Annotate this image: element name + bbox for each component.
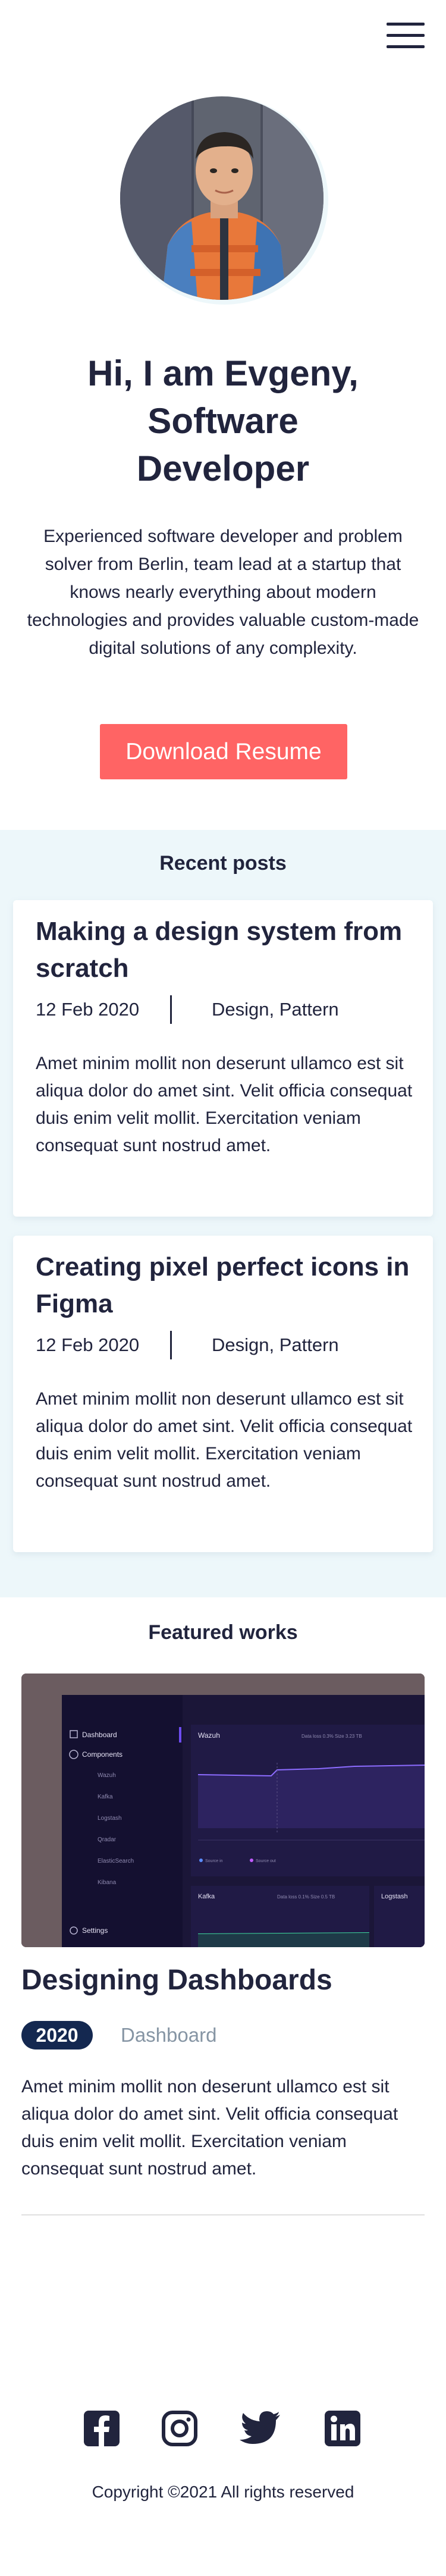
- thumb-legend: Source out: [256, 1859, 276, 1863]
- avatar: [120, 96, 323, 300]
- thumb-nav-item: Kibana: [98, 1879, 117, 1886]
- copyright-text: Copyright ©2021 All rights reserved: [92, 2483, 354, 2501]
- thumb-panel-stats: Data loss 0.1% Size 0.5 TB: [277, 1894, 335, 1900]
- work-title[interactable]: Designing Dashboards: [21, 1961, 332, 2000]
- thumb-nav-item: Logstash: [98, 1815, 122, 1822]
- hero-title-line: Software: [147, 401, 299, 441]
- post-meta: 12 Feb 2020 Design, Pattern: [36, 995, 416, 1024]
- hero-title: Hi, I am Evgeny, Software Developer: [0, 350, 446, 493]
- meta-divider: [170, 995, 172, 1024]
- hero-section: Hi, I am Evgeny, Software Developer Expe…: [0, 71, 446, 830]
- thumb-nav-item: Settings: [82, 1926, 108, 1935]
- post-date: 12 Feb 2020: [36, 999, 140, 1020]
- post-title[interactable]: Creating pixel perfect icons in Figma: [36, 1249, 416, 1323]
- thumb-panel-title: Logstash: [381, 1893, 408, 1900]
- thumb-panel-title: Wazuh: [198, 1731, 220, 1740]
- year-badge: 2020: [21, 2021, 93, 2049]
- instagram-icon[interactable]: [161, 2409, 199, 2447]
- post-card[interactable]: Making a design system from scratch 12 F…: [13, 900, 433, 1217]
- post-excerpt: Amet minim mollit non deserunt ullamco e…: [36, 1389, 413, 1491]
- meta-divider: [170, 1331, 172, 1359]
- thumb-legend: Source in: [205, 1859, 223, 1863]
- hero-title-line: Developer: [136, 449, 310, 488]
- post-tags: Design, Pattern: [212, 1334, 339, 1355]
- thumb-nav-item: Wazuh: [98, 1772, 116, 1779]
- post-card[interactable]: Creating pixel perfect icons in Figma 12…: [13, 1236, 433, 1552]
- thumb-panel-stats: Data loss 0.3% Size 3.23 TB: [301, 1734, 362, 1739]
- work-thumbnail[interactable]: Dashboard Components Wazuh Kafka Logstas…: [21, 1674, 425, 1947]
- site-header: [0, 0, 446, 71]
- avatar-photo: [120, 96, 323, 300]
- work-category: Dashboard: [121, 2024, 217, 2046]
- post-date: 12 Feb 2020: [36, 1334, 140, 1355]
- post-tags: Design, Pattern: [212, 999, 339, 1020]
- hero-title-line: Hi, I am Evgeny,: [87, 353, 359, 393]
- post-title[interactable]: Making a design system from scratch: [36, 913, 416, 987]
- thumb-nav-item: Qradar: [98, 1837, 117, 1843]
- thumb-panel-title: Kafka: [198, 1893, 215, 1900]
- thumb-nav-item: Kafka: [98, 1794, 113, 1800]
- avatar-backdrop: [120, 96, 328, 305]
- linkedin-icon[interactable]: [323, 2409, 362, 2447]
- post-meta: 12 Feb 2020 Design, Pattern: [36, 1331, 416, 1359]
- recent-posts-title: Recent posts: [159, 852, 287, 875]
- facebook-icon[interactable]: [83, 2409, 121, 2447]
- dashboard-screenshot: Dashboard Components Wazuh Kafka Logstas…: [21, 1674, 425, 1947]
- hero-description: Experienced software developer and probl…: [27, 527, 419, 658]
- twitter-icon[interactable]: [238, 2409, 280, 2447]
- social-links: [0, 2409, 446, 2451]
- thumb-nav-item: Components: [82, 1750, 123, 1759]
- divider: [21, 2214, 425, 2215]
- work-description: Amet minim mollit non deserunt ullamco e…: [21, 2077, 398, 2179]
- featured-works-section: Featured works Dashboard Components Wazu…: [0, 1597, 446, 2252]
- post-excerpt: Amet minim mollit non deserunt ullamco e…: [36, 1054, 413, 1155]
- thumb-nav-item: ElasticSearch: [98, 1858, 134, 1864]
- site-footer: Copyright ©2021 All rights reserved: [0, 2374, 446, 2576]
- hamburger-menu-icon[interactable]: [387, 21, 425, 50]
- download-resume-button[interactable]: Download Resume: [100, 724, 347, 779]
- thumb-nav-item: Dashboard: [82, 1731, 117, 1739]
- featured-works-title: Featured works: [148, 1621, 298, 1644]
- recent-posts-section: Recent posts Making a design system from…: [0, 830, 446, 1597]
